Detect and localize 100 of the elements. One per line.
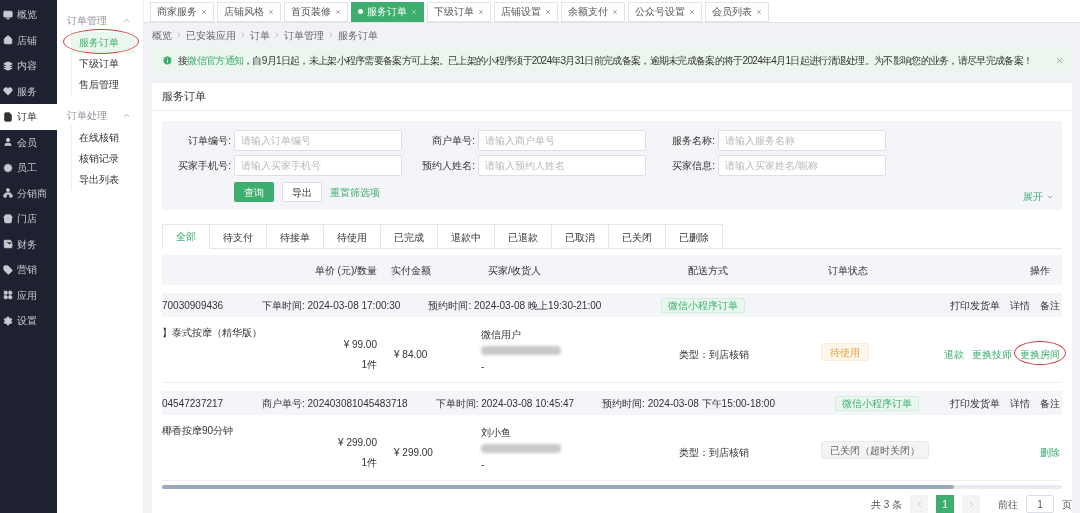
status-tab[interactable]: 待接单 (267, 224, 324, 249)
quantity: 1件 (361, 456, 377, 470)
status-tab[interactable]: 待使用 (324, 224, 381, 249)
filter-label: 服务名称: (672, 134, 715, 148)
column-header: 配送方式 (687, 263, 729, 278)
network-icon (3, 188, 13, 199)
status-tab[interactable]: 待支付 (210, 224, 267, 249)
page-tab[interactable]: 下级订单 (427, 1, 491, 22)
order-number: 04547237217 (162, 396, 225, 411)
filter-label: 买家手机号: (178, 159, 231, 173)
buyer-name: 刘小鱼 (481, 426, 512, 440)
order-action-link[interactable]: 打印发货单 (950, 297, 1000, 313)
buyer-extra: - (481, 360, 486, 374)
close-icon[interactable] (1055, 55, 1064, 65)
settings-icon (3, 315, 13, 326)
sidebar-item[interactable]: 应用 (0, 282, 57, 308)
status-tab[interactable]: 已删除 (666, 224, 723, 249)
close-icon[interactable] (268, 8, 274, 15)
submenu-item[interactable]: 核销记录 (71, 148, 135, 169)
page-tab[interactable]: 店铺设置 (494, 1, 558, 22)
order-action-link[interactable]: 备注 (1040, 395, 1060, 411)
filter-input[interactable]: 请输入预约人姓名 (478, 155, 646, 176)
page-suffix: 页 (1062, 497, 1072, 512)
gear-icon (3, 162, 13, 173)
close-icon[interactable] (689, 8, 695, 15)
sidebar-item[interactable]: 财务 (0, 231, 57, 257)
close-icon[interactable] (756, 8, 762, 15)
order-number: 70030909436 (162, 298, 225, 313)
buyer-extra: - (481, 458, 486, 472)
order-action-link[interactable]: 打印发货单 (950, 395, 1000, 411)
order-meta: 预约时间: 2024-03-08 下午15:00-18:00 (602, 396, 775, 411)
info-icon (162, 54, 173, 66)
product-name: 】泰式按摩（精华版） (162, 326, 263, 340)
delivery-type: 类型：到店核销 (678, 446, 750, 460)
page-tab[interactable]: 会员列表 (705, 1, 769, 22)
order-action-link[interactable]: 详情 (1010, 395, 1030, 411)
page-tab[interactable]: 余额支付 (561, 1, 625, 22)
order-meta: 下单时间: 2024-03-08 17:00:30 (262, 298, 401, 313)
column-header: 单价 (元)/数量 (314, 263, 377, 278)
status-tab[interactable]: 已退款 (495, 224, 552, 249)
page-tab[interactable]: 店铺风格 (217, 1, 281, 22)
breadcrumb-separator-icon (273, 31, 281, 40)
submenu-item[interactable]: 导出列表 (71, 169, 135, 190)
breadcrumb-separator-icon (327, 31, 335, 40)
sidebar-item[interactable]: 营销 (0, 257, 57, 283)
breadcrumb-item[interactable]: 已安装应用 (186, 27, 236, 43)
filter-label: 商户单号: (432, 134, 475, 148)
sidebar-item[interactable]: 服务 (0, 78, 57, 104)
sidebar-item[interactable]: 订单 (0, 104, 57, 130)
order-action-link[interactable]: 备注 (1040, 297, 1060, 313)
order-meta: 下单时间: 2024-03-08 10:45:47 (435, 396, 575, 411)
status-tab[interactable]: 已取消 (552, 224, 609, 249)
page-tab[interactable]: 公众号设置 (628, 1, 702, 22)
order-meta: 预约时间: 2024-03-08 晚上19:30-21:00 (428, 298, 602, 313)
submenu-item[interactable]: 售后管理 (71, 74, 135, 95)
breadcrumb-item[interactable]: 服务订单 (338, 27, 378, 43)
status-tag: 已关闭（超时关闭） (821, 441, 929, 459)
submenu-group-title: 订单处理 (66, 108, 107, 123)
home-icon (3, 35, 13, 46)
breadcrumb-item[interactable]: 概览 (152, 27, 172, 43)
tag-icon (3, 264, 13, 275)
page-tab[interactable]: 商家服务 (150, 1, 214, 22)
column-header: 实付金额 (390, 263, 432, 278)
close-icon[interactable] (545, 8, 551, 15)
breadcrumb-item[interactable]: 订单管理 (284, 27, 324, 43)
close-icon[interactable] (478, 8, 484, 15)
source-badge: 微信小程序订单 (661, 297, 746, 313)
page-tab[interactable]: 首页装修 (284, 1, 348, 22)
notice-text: 接微信官方通知，自9月1日起，未上架小程序需要备案方可上架。已上架的小程序须于2024年3月31日前完成备案，逾期未完成备案的将于2024年4月1日起进行清退处理。为不影响您的业务，请尽早完成备案！ (178, 53, 1033, 68)
close-icon[interactable] (201, 8, 207, 15)
status-tab[interactable]: 退款中 (438, 224, 495, 249)
column-header: 订单状态 (827, 263, 869, 278)
status-tab[interactable]: 已完成 (381, 224, 438, 249)
filter-input[interactable]: 请输入买家手机号 (234, 155, 402, 176)
unit-price: ¥ 299.00 (338, 436, 377, 450)
source-badge: 微信小程序订单 (834, 395, 919, 411)
close-icon[interactable] (612, 8, 618, 15)
export-button[interactable]: 导出 (282, 182, 322, 202)
submenu-item[interactable]: 在线核销 (71, 127, 135, 148)
page-input[interactable]: 1 (1026, 495, 1054, 513)
sidebar-item[interactable]: 员工 (0, 155, 57, 181)
sidebar-item[interactable]: 内容 (0, 53, 57, 79)
sidebar-item[interactable]: 设置 (0, 308, 57, 334)
paid-amount: ¥ 84.00 (393, 348, 429, 362)
goto-label: 前往 (998, 497, 1018, 512)
close-icon[interactable] (335, 8, 341, 15)
unit-price: ¥ 99.00 (343, 338, 377, 352)
breadcrumb-item[interactable]: 订单 (250, 27, 270, 43)
submenu-group-title: 订单管理 (66, 13, 107, 28)
submenu-item[interactable]: 下级订单 (71, 53, 135, 74)
sidebar-item[interactable]: 门店 (0, 206, 57, 232)
sidebar-item[interactable]: 会员 (0, 129, 57, 155)
order-action-link[interactable]: 详情 (1010, 297, 1030, 313)
filter-input[interactable]: 请输入服务名称 (718, 130, 886, 151)
status-tag: 待使用 (821, 343, 869, 361)
sidebar-item[interactable]: 概览 (0, 2, 57, 28)
delivery-type: 类型：到店核销 (678, 348, 750, 362)
sidebar-item[interactable]: 店铺 (0, 27, 57, 53)
sidebar-item[interactable]: 分销商 (0, 180, 57, 206)
status-tab[interactable]: 已关闭 (609, 224, 666, 249)
